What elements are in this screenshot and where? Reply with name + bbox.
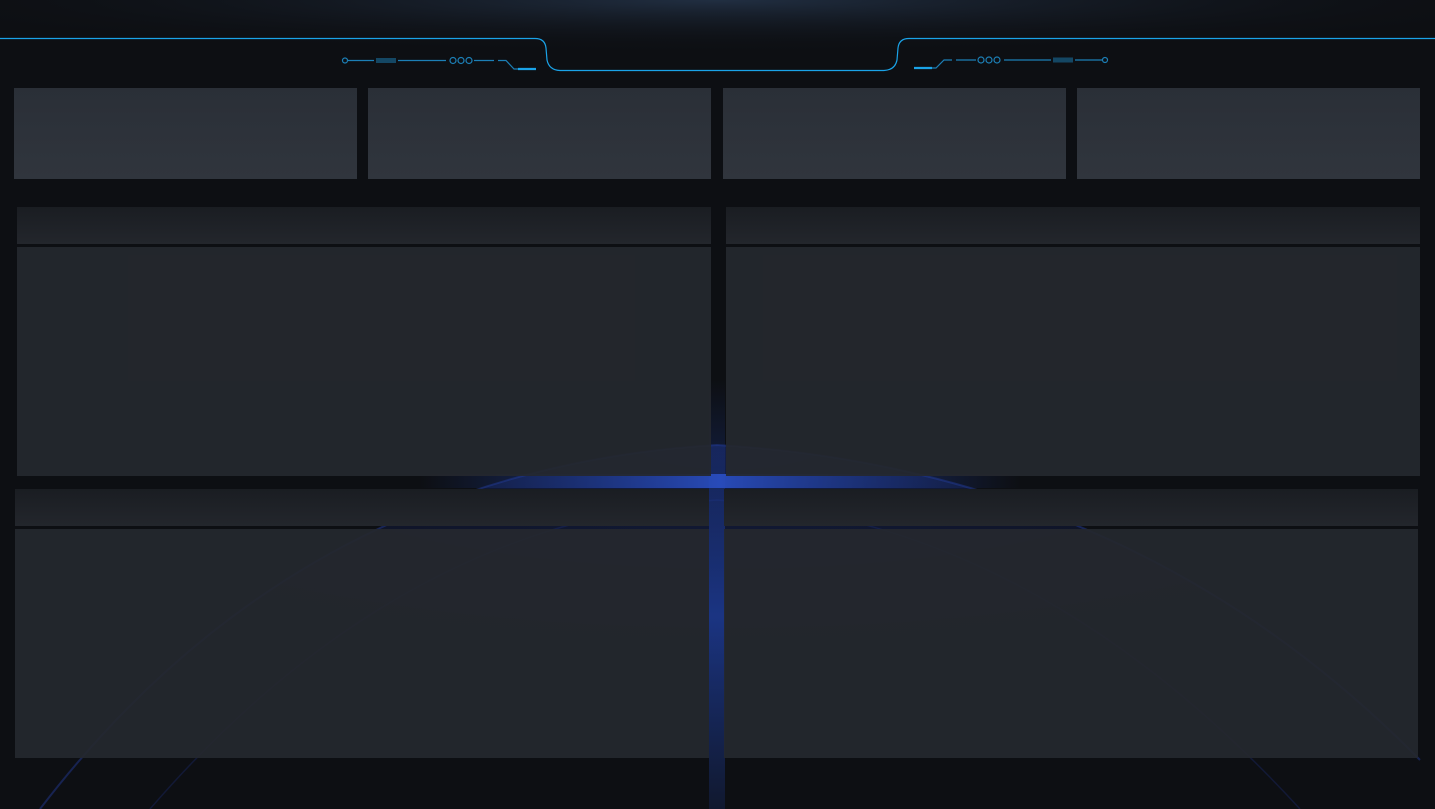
panel-top-right [726, 207, 1420, 476]
kpi-card-1 [14, 88, 357, 179]
header-bar [0, 0, 1435, 80]
panel-content [724, 529, 1418, 758]
header-frame [0, 37, 1435, 72]
panel-content [15, 529, 709, 758]
panel-bottom-left [15, 489, 709, 758]
panel-content [17, 247, 711, 476]
right-circuit-ornament [914, 56, 1109, 70]
panel-header [724, 489, 1418, 526]
panel-header [15, 489, 709, 526]
kpi-card-3 [723, 88, 1066, 179]
kpi-card-2 [368, 88, 711, 179]
panel-header [17, 207, 711, 244]
kpi-card-4 [1077, 88, 1420, 179]
panel-header [726, 207, 1420, 244]
panel-top-left [17, 207, 711, 476]
left-circuit-ornament [341, 56, 536, 71]
panel-content [726, 247, 1420, 476]
panel-bottom-right [724, 489, 1418, 758]
